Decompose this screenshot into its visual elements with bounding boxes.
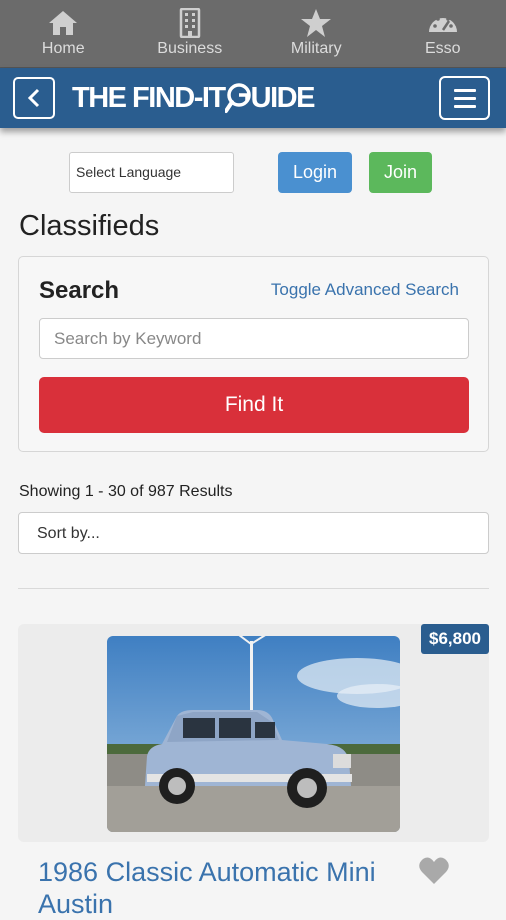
search-panel: Search Toggle Advanced Search Search by …	[18, 256, 489, 452]
home-icon	[47, 8, 79, 38]
listing-title-link[interactable]: 1986 Classic Automatic Mini Austin	[38, 856, 398, 920]
join-button[interactable]: Join	[369, 152, 432, 193]
hamburger-icon	[454, 89, 476, 92]
listing-card[interactable]	[18, 624, 489, 842]
logo-text-right: UIDE	[251, 82, 314, 115]
tab-esso[interactable]: Esso	[380, 0, 506, 67]
page-title: Classifieds	[19, 210, 159, 243]
app-header: THE FIND-IT UIDE	[0, 68, 506, 128]
logo-text-left: THE FIND-IT	[72, 82, 225, 115]
tab-home[interactable]: Home	[0, 0, 127, 67]
language-select[interactable]: Select Language	[69, 152, 234, 193]
find-it-button[interactable]: Find It	[39, 377, 469, 433]
toggle-advanced-search-link[interactable]: Toggle Advanced Search	[271, 280, 459, 300]
star-icon	[300, 8, 332, 38]
listing-photo[interactable]	[107, 636, 400, 832]
heart-icon[interactable]	[418, 856, 450, 886]
search-panel-title: Search	[39, 277, 119, 305]
price-badge: $6,800	[421, 624, 489, 654]
gauge-icon	[427, 8, 459, 38]
search-input[interactable]: Search by Keyword	[39, 318, 469, 359]
results-summary: Showing 1 - 30 of 987 Results	[19, 483, 232, 501]
tab-business-label: Business	[157, 40, 222, 58]
chevron-left-icon	[27, 88, 41, 108]
tab-military[interactable]: Military	[253, 0, 380, 67]
tab-home-label: Home	[42, 40, 85, 58]
sort-select[interactable]: Sort by...	[18, 512, 489, 554]
magnifier-logo-icon	[226, 83, 250, 113]
tab-esso-label: Esso	[425, 40, 461, 58]
tab-business[interactable]: Business	[127, 0, 254, 67]
building-icon	[174, 8, 206, 38]
back-button[interactable]	[13, 77, 55, 119]
login-button[interactable]: Login	[278, 152, 352, 193]
menu-button[interactable]	[439, 76, 490, 120]
tab-military-label: Military	[291, 40, 342, 58]
site-logo[interactable]: THE FIND-IT UIDE	[72, 80, 314, 116]
top-tab-bar: Home Business Military Esso	[0, 0, 506, 68]
divider	[18, 588, 489, 589]
